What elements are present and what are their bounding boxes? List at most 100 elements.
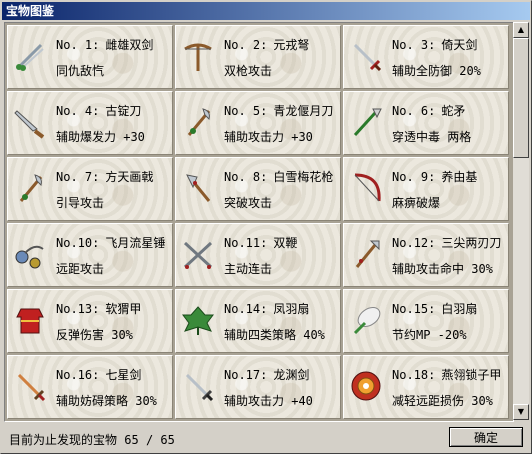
treasure-name: 方天画戟: [105, 170, 154, 184]
found-separator: /: [145, 433, 154, 447]
treasure-name-line: No. 3: 倚天剑: [392, 36, 477, 53]
treasure-number: No.14:: [224, 302, 268, 316]
treasure-name-line: No.10: 飞月流星锤: [56, 234, 165, 251]
treasure-name-line: No.13: 软猬甲: [56, 300, 141, 317]
treasure-name-line: No.14: 凤羽扇: [224, 300, 309, 317]
treasure-effect: 双枪攻击: [224, 64, 273, 78]
halberd-icon: [12, 170, 48, 206]
treasure-cell[interactable]: No.11: 双鞭 主动连击: [175, 223, 341, 287]
treasure-effect: 反弹伤害 30%: [56, 328, 133, 342]
scroll-up-button[interactable]: ▲: [513, 22, 529, 38]
treasure-effect: 主动连击: [224, 262, 273, 276]
treasure-name: 飞月流星锤: [105, 236, 166, 250]
treasure-effect: 引导攻击: [56, 196, 105, 210]
treasure-name-line: No.18: 燕翎锁子甲: [392, 366, 501, 383]
treasure-cell[interactable]: No. 2: 元戎弩 双枪攻击: [175, 25, 341, 89]
blade-icon: [12, 104, 48, 140]
treasure-cell[interactable]: No.17: 龙渊剑辅助攻击力 +40: [175, 355, 341, 419]
treasure-number: No. 4:: [56, 104, 100, 118]
treasure-name-line: No. 4: 古锭刀: [56, 102, 141, 119]
trident-icon: [348, 236, 384, 272]
treasure-name: 龙渊剑: [273, 368, 310, 382]
treasure-name: 双鞭: [273, 236, 298, 250]
window-title: 宝物图鉴: [2, 2, 530, 20]
treasure-name: 古锭刀: [105, 104, 142, 118]
treasure-effect: 节约MP -20%: [392, 328, 467, 342]
treasure-cell[interactable]: No.13: 软猬甲反弹伤害 30%: [7, 289, 173, 353]
crossbow-icon: [180, 38, 216, 74]
treasure-cell[interactable]: No.14: 凤羽扇辅助四类策略 40%: [175, 289, 341, 353]
treasure-name: 七星剑: [105, 368, 142, 382]
treasure-effect: 辅助攻击力 +30: [224, 130, 313, 144]
treasure-cell[interactable]: No.15: 白羽扇 节约MP -20%: [343, 289, 509, 353]
vertical-scrollbar[interactable]: ▲ ▼: [513, 22, 529, 420]
axe-icon: [180, 170, 216, 206]
feather-fan-icon: [348, 302, 384, 338]
scroll-thumb[interactable]: [513, 38, 529, 158]
bow-icon: [348, 170, 384, 206]
treasure-number: No.18:: [392, 368, 436, 382]
treasure-number: No. 6:: [392, 104, 436, 118]
treasure-number: No.16:: [56, 368, 100, 382]
treasure-number: No. 2:: [224, 38, 268, 52]
treasure-number: No. 5:: [224, 104, 268, 118]
treasure-cell[interactable]: No. 7: 方天画戟 引导攻击: [7, 157, 173, 221]
treasure-number: No.17:: [224, 368, 268, 382]
found-status-label: 目前为止发现的宝物: [9, 433, 118, 447]
spear-icon: [348, 104, 384, 140]
treasure-cell[interactable]: No. 6: 蛇矛 穿透中毒 两格: [343, 91, 509, 155]
treasure-number: No.11:: [224, 236, 268, 250]
treasure-number: No.10:: [56, 236, 100, 250]
sword-icon: [348, 38, 384, 74]
treasure-name: 软猬甲: [105, 302, 142, 316]
treasure-name: 白雪梅花枪: [273, 170, 334, 184]
twin-swords-icon: [12, 38, 48, 74]
treasure-effect: 远距攻击: [56, 262, 105, 276]
treasure-effect: 麻痹破爆: [392, 196, 441, 210]
treasure-effect: 辅助攻击力 +40: [224, 394, 313, 408]
treasure-name: 燕翎锁子甲: [441, 368, 502, 382]
treasure-cell[interactable]: No.10: 飞月流星锤 远距攻击: [7, 223, 173, 287]
twin-whips-icon: [180, 236, 216, 272]
treasure-name-line: No. 5: 青龙偃月刀: [224, 102, 333, 119]
treasure-window: 宝物图鉴 No. 1: 雌雄双剑 同仇敌忾 No. 2: 元戎弩 双枪攻击 No. 3: 倚天…: [0, 0, 532, 454]
treasure-name: 青龙偃月刀: [273, 104, 334, 118]
scroll-down-button[interactable]: ▼: [513, 404, 529, 420]
treasure-effect: 辅助四类策略 40%: [224, 328, 325, 342]
treasure-cell[interactable]: No. 1: 雌雄双剑 同仇敌忾: [7, 25, 173, 89]
treasure-effect: 辅助妨碍策略 30%: [56, 394, 157, 408]
treasure-cell[interactable]: No. 4: 古锭刀辅助爆发力 +30: [7, 91, 173, 155]
treasure-name-line: No. 9: 养由基: [392, 168, 477, 185]
treasure-name: 三尖两刃刀: [441, 236, 502, 250]
treasure-name-line: No.12: 三尖两刃刀: [392, 234, 501, 251]
treasure-cell[interactable]: No.16: 七星剑辅助妨碍策略 30%: [7, 355, 173, 419]
treasure-effect: 穿透中毒 两格: [392, 130, 472, 144]
treasure-cell[interactable]: No. 9: 养由基 麻痹破爆: [343, 157, 509, 221]
treasure-name-line: No.15: 白羽扇: [392, 300, 477, 317]
treasure-name: 白羽扇: [441, 302, 478, 316]
treasure-name: 凤羽扇: [273, 302, 310, 316]
treasure-cell[interactable]: No. 5: 青龙偃月刀辅助攻击力 +30: [175, 91, 341, 155]
treasure-cell[interactable]: No. 3: 倚天剑 辅助全防御 20%: [343, 25, 509, 89]
treasure-grid-area: No. 1: 雌雄双剑 同仇敌忾 No. 2: 元戎弩 双枪攻击 No. 3: 倚天剑 辅助全防…: [4, 22, 514, 422]
treasure-number: No. 9:: [392, 170, 436, 184]
ok-button[interactable]: 确定: [449, 427, 523, 447]
treasure-cell[interactable]: No. 8: 白雪梅花枪 突破攻击: [175, 157, 341, 221]
treasure-name-line: No.16: 七星剑: [56, 366, 141, 383]
treasure-name: 养由基: [441, 170, 478, 184]
long-sword-icon: [180, 368, 216, 404]
found-count: 65: [124, 433, 139, 447]
total-count: 65: [160, 433, 175, 447]
treasure-number: No. 8:: [224, 170, 268, 184]
treasure-cell[interactable]: No.18: 燕翎锁子甲减轻远距损伤 30%: [343, 355, 509, 419]
treasure-name-line: No. 6: 蛇矛: [392, 102, 465, 119]
treasure-number: No.13:: [56, 302, 100, 316]
treasure-name-line: No. 1: 雌雄双剑: [56, 36, 153, 53]
treasure-effect: 减轻远距损伤 30%: [392, 394, 493, 408]
treasure-number: No.12:: [392, 236, 436, 250]
treasure-number: No. 7:: [56, 170, 100, 184]
treasure-effect: 同仇敌忾: [56, 64, 105, 78]
chainmail-icon: [348, 368, 384, 404]
treasure-effect: 辅助爆发力 +30: [56, 130, 145, 144]
treasure-cell[interactable]: No.12: 三尖两刃刀 辅助攻击命中 30%: [343, 223, 509, 287]
